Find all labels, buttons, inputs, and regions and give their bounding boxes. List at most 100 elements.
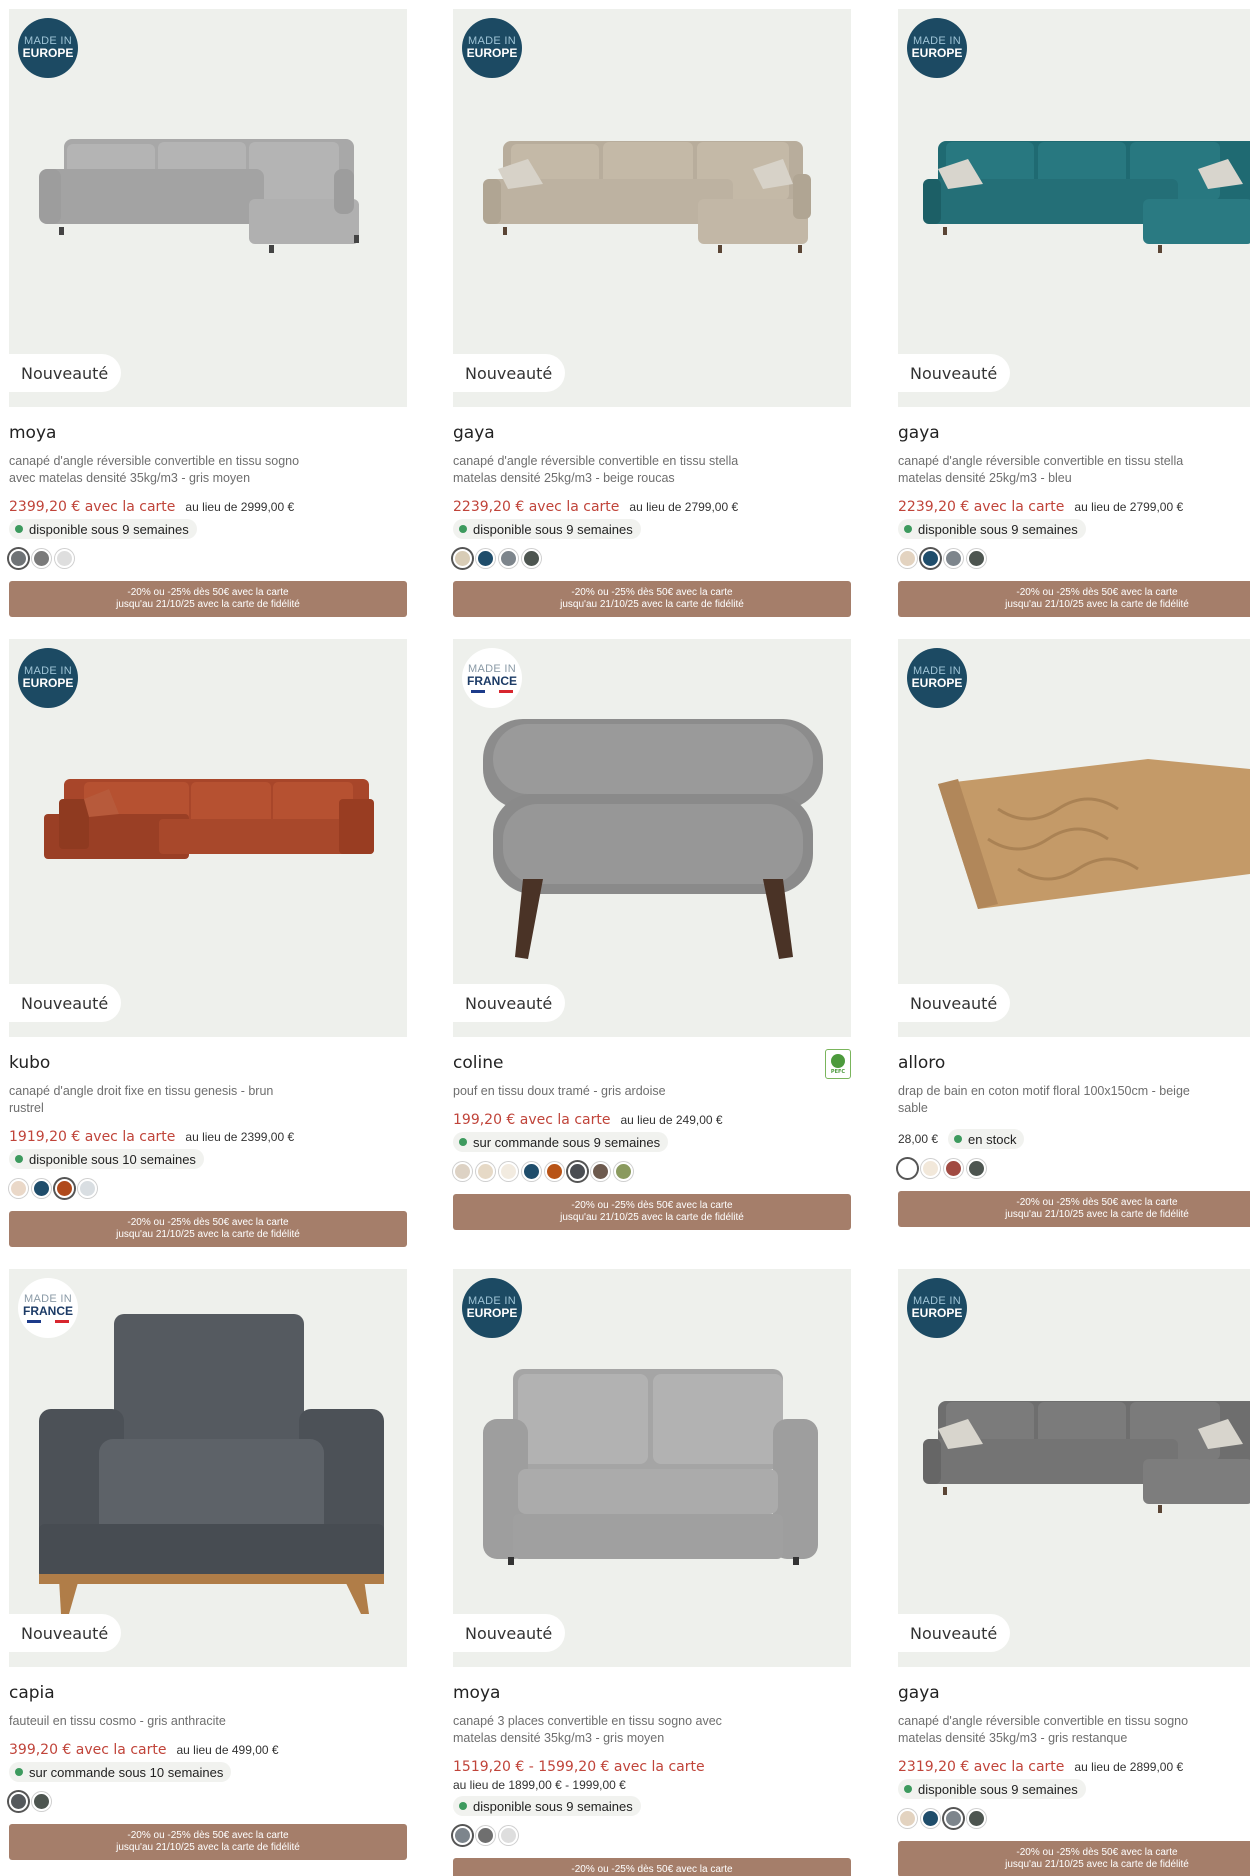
availability-dot-icon <box>15 525 23 533</box>
color-swatch[interactable] <box>522 548 541 568</box>
product-image[interactable]: MADE IN EUROPE Nouveauté <box>453 1269 851 1667</box>
product-image[interactable]: MADE IN FRANCE Nouveauté <box>9 1269 407 1667</box>
availability-badge: disponible sous 9 semaines <box>9 519 197 539</box>
promo-banner: -20% ou -25% dès 50€ avec la carte jusqu… <box>9 1211 407 1247</box>
product-description: canapé d'angle réversible convertible en… <box>453 454 739 485</box>
product-card[interactable]: MADE IN EUROPE Nouveauté moya canapé d'a… <box>9 9 407 617</box>
made-in-europe-badge: MADE IN EUROPE <box>18 18 78 78</box>
color-swatch[interactable] <box>476 548 495 568</box>
product-image[interactable]: MADE IN EUROPE Nouveauté <box>453 9 851 407</box>
color-swatch[interactable] <box>898 548 917 568</box>
product-image[interactable]: MADE IN EUROPE Nouveauté <box>898 9 1250 407</box>
product-name[interactable]: kubo <box>9 1053 407 1077</box>
availability-dot-icon <box>459 1802 467 1810</box>
product-card[interactable]: MADE IN FRANCE Nouveauté PEFC coline pou… <box>453 639 851 1230</box>
promo-banner: -20% ou -25% dès 50€ avec la carte jusqu… <box>9 1824 407 1860</box>
color-swatch[interactable] <box>32 548 51 568</box>
color-swatch[interactable] <box>967 1158 986 1178</box>
color-swatch[interactable] <box>898 1808 917 1828</box>
availability-badge: disponible sous 9 semaines <box>453 519 641 539</box>
original-price: au lieu de 2799,00 € <box>629 500 739 514</box>
color-swatch[interactable] <box>967 548 986 568</box>
color-swatches <box>453 1160 851 1182</box>
color-swatch[interactable] <box>499 548 518 568</box>
product-card[interactable]: MADE IN EUROPE Nouveauté alloro drap de … <box>898 639 1250 1227</box>
availability-dot-icon <box>904 1785 912 1793</box>
product-name[interactable]: moya <box>453 1683 851 1707</box>
color-swatch[interactable] <box>9 1178 28 1198</box>
product-card[interactable]: MADE IN EUROPE Nouveauté gaya canapé d'a… <box>453 9 851 617</box>
availability-dot-icon <box>15 1155 23 1163</box>
color-swatch[interactable] <box>453 548 472 568</box>
availability-badge: sur commande sous 9 semaines <box>453 1132 669 1152</box>
color-swatch[interactable] <box>32 1178 51 1198</box>
product-name[interactable]: gaya <box>898 1683 1250 1707</box>
original-price: au lieu de 249,00 € <box>620 1113 723 1127</box>
availability-badge: disponible sous 10 semaines <box>9 1149 204 1169</box>
color-swatch[interactable] <box>32 1791 51 1811</box>
product-card[interactable]: MADE IN EUROPE Nouveauté moya canapé 3 p… <box>453 1269 851 1876</box>
product-image[interactable]: MADE IN FRANCE Nouveauté <box>453 639 851 1037</box>
promo-banner: -20% ou -25% dès 50€ avec la carte jusqu… <box>9 581 407 617</box>
product-name[interactable]: gaya <box>898 423 1250 447</box>
color-swatch[interactable] <box>967 1808 986 1828</box>
french-flag-icon <box>27 1319 69 1323</box>
product-image[interactable]: MADE IN EUROPE Nouveauté <box>9 9 407 407</box>
color-swatch[interactable] <box>921 1158 940 1178</box>
product-card[interactable]: MADE IN FRANCE Nouveauté capia fauteuil … <box>9 1269 407 1860</box>
color-swatches <box>898 1157 1250 1179</box>
card-price: 2239,20 € avec la carte <box>453 499 620 515</box>
price: 28,00 € <box>898 1132 939 1146</box>
color-swatch[interactable] <box>453 1161 472 1181</box>
product-name[interactable]: moya <box>9 423 407 447</box>
product-image[interactable]: MADE IN EUROPE Nouveauté <box>9 639 407 1037</box>
color-swatch[interactable] <box>545 1161 564 1181</box>
availability-badge: sur commande sous 10 semaines <box>9 1762 232 1782</box>
product-name[interactable]: coline <box>453 1053 851 1077</box>
color-swatch[interactable] <box>476 1825 495 1845</box>
new-tag: Nouveauté <box>9 354 122 392</box>
color-swatch[interactable] <box>944 1158 963 1178</box>
color-swatches <box>9 1790 407 1812</box>
color-swatch[interactable] <box>921 548 940 568</box>
color-swatch[interactable] <box>55 1178 74 1198</box>
product-description: canapé d'angle droit fixe en tissu genes… <box>9 1084 274 1115</box>
product-name[interactable]: gaya <box>453 423 851 447</box>
availability-dot-icon <box>904 525 912 533</box>
color-swatch[interactable] <box>453 1825 472 1845</box>
color-swatch[interactable] <box>898 1158 917 1178</box>
color-swatch[interactable] <box>9 1791 28 1811</box>
new-tag: Nouveauté <box>453 354 566 392</box>
availability-dot-icon <box>459 1138 467 1146</box>
color-swatch[interactable] <box>499 1825 518 1845</box>
product-image[interactable]: MADE IN EUROPE Nouveauté <box>898 639 1250 1037</box>
original-price: au lieu de 1899,00 € - 1999,00 € <box>453 1778 626 1792</box>
made-in-france-badge: MADE IN FRANCE <box>462 648 522 708</box>
color-swatch[interactable] <box>9 548 28 568</box>
product-name[interactable]: alloro <box>898 1053 1250 1077</box>
product-description: drap de bain en coton motif floral 100x1… <box>898 1084 1190 1115</box>
color-swatches <box>9 1177 407 1199</box>
color-swatch[interactable] <box>568 1161 587 1181</box>
original-price: au lieu de 2899,00 € <box>1074 1760 1184 1774</box>
color-swatch[interactable] <box>591 1161 610 1181</box>
color-swatch[interactable] <box>944 1808 963 1828</box>
new-tag: Nouveauté <box>453 1614 566 1652</box>
color-swatch[interactable] <box>499 1161 518 1181</box>
color-swatch[interactable] <box>614 1161 633 1181</box>
card-price: 2399,20 € avec la carte <box>9 499 176 515</box>
color-swatch[interactable] <box>921 1808 940 1828</box>
product-name[interactable]: capia <box>9 1683 407 1707</box>
color-swatch[interactable] <box>55 548 74 568</box>
product-card[interactable]: MADE IN EUROPE Nouveauté gaya canapé d'a… <box>898 1269 1250 1876</box>
new-tag: Nouveauté <box>898 354 1011 392</box>
color-swatch[interactable] <box>78 1178 97 1198</box>
color-swatch[interactable] <box>476 1161 495 1181</box>
product-image[interactable]: MADE IN EUROPE Nouveauté <box>898 1269 1250 1667</box>
card-price: 1519,20 € - 1599,20 € avec la carte <box>453 1759 705 1775</box>
product-card[interactable]: MADE IN EUROPE Nouveauté gaya canapé d'a… <box>898 9 1250 617</box>
product-card[interactable]: MADE IN EUROPE Nouveauté kubo canapé d'a… <box>9 639 407 1247</box>
promo-banner: -20% ou -25% dès 50€ avec la carte jusqu… <box>898 1841 1250 1876</box>
color-swatch[interactable] <box>522 1161 541 1181</box>
color-swatch[interactable] <box>944 548 963 568</box>
